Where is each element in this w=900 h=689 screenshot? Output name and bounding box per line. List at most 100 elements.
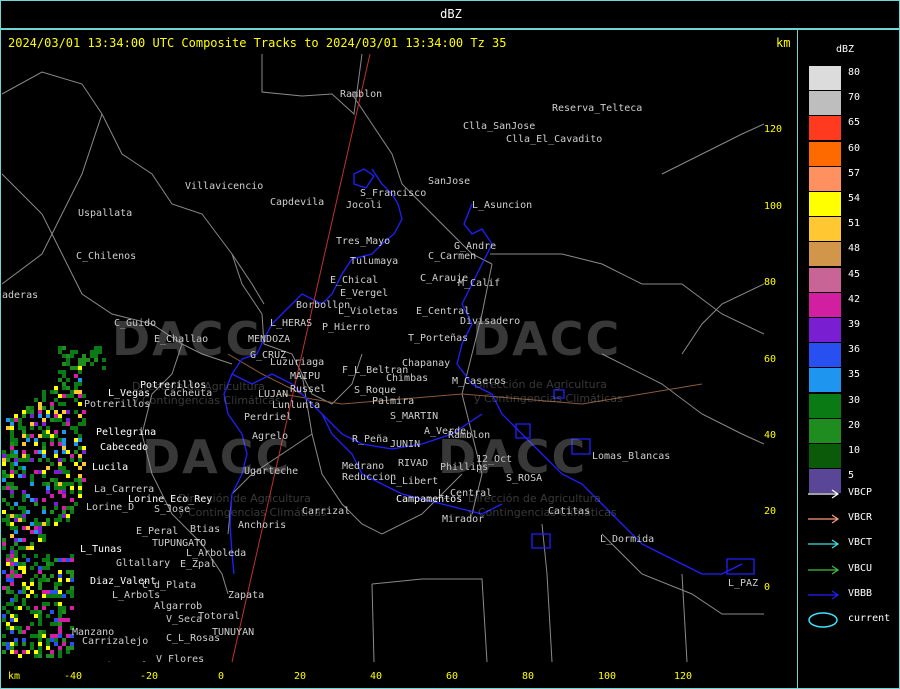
echo-cell (38, 526, 42, 530)
echo-cell (14, 526, 18, 530)
echo-cell (18, 426, 22, 430)
echo-cell (22, 650, 26, 654)
echo-cell (58, 370, 62, 374)
echo-cell (78, 486, 82, 490)
boundary-line (371, 578, 488, 662)
echo-cell (46, 466, 50, 470)
echo-cell (46, 654, 50, 658)
echo-cell (22, 454, 26, 458)
echo-cell (14, 458, 18, 462)
echo-cell (14, 550, 18, 554)
echo-cell (22, 598, 26, 602)
echo-cell (22, 506, 26, 510)
echo-cell (62, 642, 66, 646)
echo-cell (10, 582, 14, 586)
place-label: R_Peña (352, 434, 388, 445)
place-label: Lomas_Blancas (592, 451, 670, 462)
echo-cell (42, 482, 46, 486)
echo-cell (70, 586, 74, 590)
echo-cell (58, 490, 62, 494)
echo-cell (6, 418, 10, 422)
echo-cell (6, 626, 10, 630)
echo-cell (54, 622, 58, 626)
echo-cell (26, 558, 30, 562)
echo-cell (54, 558, 58, 562)
echo-cell (78, 358, 82, 362)
echo-cell (14, 514, 18, 518)
echo-cell (26, 594, 30, 598)
echo-cell (78, 490, 82, 494)
echo-cell (66, 378, 70, 382)
dacc-watermark: DACC (472, 312, 622, 366)
echo-cell (22, 642, 26, 646)
echo-cell (62, 486, 66, 490)
place-label: Cabecedo (100, 442, 148, 453)
echo-cell (22, 586, 26, 590)
echo-cell (42, 454, 46, 458)
echo-cell (70, 570, 74, 574)
echo-cell (54, 410, 58, 414)
echo-cell (58, 610, 62, 614)
echo-cell (38, 450, 42, 454)
place-label: L_PAZ (728, 578, 758, 589)
echo-cell (74, 374, 78, 378)
echo-cell (38, 610, 42, 614)
echo-cell (58, 582, 62, 586)
place-label: Lorine_D (86, 502, 134, 513)
y-tick-label: 80 (764, 277, 777, 288)
echo-cell (18, 574, 22, 578)
place-label: Campamentos (396, 494, 462, 505)
echo-cell (10, 590, 14, 594)
radar-map[interactable]: Ramblon Reserva_Telteca Clla_SanJose Clla_E… (2, 54, 764, 662)
legend-swatch (809, 91, 841, 116)
echo-cell (78, 366, 82, 370)
echo-cell (30, 530, 34, 534)
echo-cell (58, 602, 62, 606)
echo-cell (58, 438, 62, 442)
echo-cell (42, 574, 46, 578)
place-label: S_Roque (354, 385, 396, 396)
echo-cell (62, 422, 66, 426)
echo-cell (2, 474, 6, 478)
echo-cell (38, 414, 42, 418)
echo-cell (42, 394, 46, 398)
place-label: C_L_Rosas (166, 633, 220, 644)
echo-cell (34, 438, 38, 442)
echo-cell (6, 578, 10, 582)
echo-cell (30, 590, 34, 594)
echo-cell (58, 482, 62, 486)
echo-cell (10, 554, 14, 558)
echo-cell (78, 458, 82, 462)
echo-cell (94, 358, 98, 362)
echo-cell (34, 574, 38, 578)
echo-cell (46, 594, 50, 598)
legend-swatch (809, 141, 841, 166)
legend-track-label: VBCT (848, 537, 873, 549)
echo-cell (62, 402, 66, 406)
echo-cell (54, 390, 58, 394)
x-tick-label: 20 (294, 671, 307, 682)
echo-cell (82, 410, 86, 414)
echo-cell (30, 542, 34, 546)
x-tick-label: -20 (140, 671, 159, 682)
place-label: Medrano (342, 461, 384, 472)
place-label: Perdriel (244, 412, 292, 423)
legend-swatch-label: 36 (848, 344, 861, 356)
dacc-watermark: DACC (112, 312, 262, 366)
legend-swatch-label: 20 (848, 419, 861, 431)
echo-cell (22, 638, 26, 642)
echo-cell (54, 642, 58, 646)
echo-cell (54, 638, 58, 642)
echo-cell (10, 466, 14, 470)
title-bar: dBZ (0, 0, 900, 30)
echo-cell (66, 354, 70, 358)
echo-cell (58, 442, 62, 446)
echo-cell (30, 498, 34, 502)
echo-cell (30, 414, 34, 418)
echo-cell (66, 514, 70, 518)
echo-cell (14, 570, 18, 574)
echo-cell (30, 434, 34, 438)
legend-swatch (809, 368, 841, 393)
echo-cell (6, 426, 10, 430)
echo-cell (22, 514, 26, 518)
